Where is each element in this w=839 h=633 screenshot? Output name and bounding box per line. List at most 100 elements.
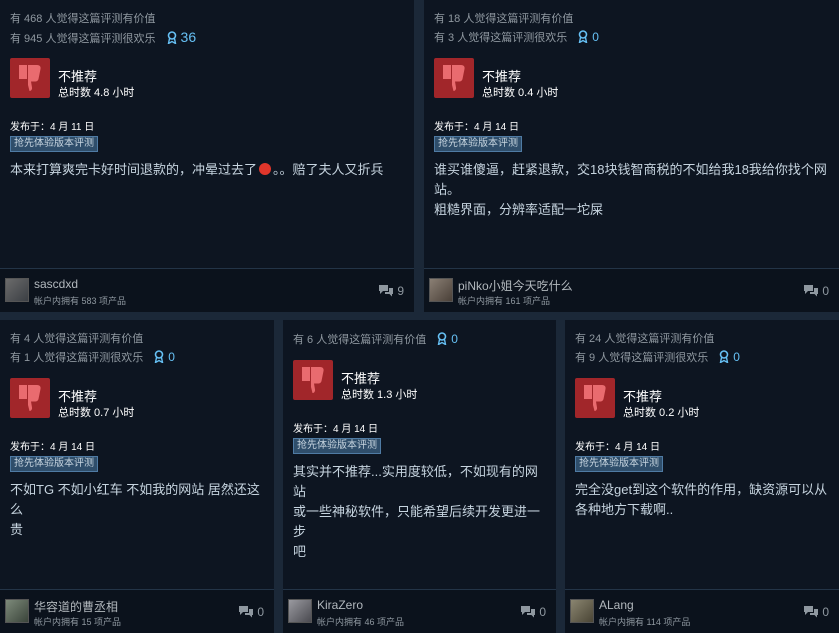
review-body-line: 贵 bbox=[10, 522, 24, 537]
review-body-line: 其实并不推荐...实用度较低，不如现有的网站 bbox=[293, 464, 538, 499]
comments-button[interactable]: 0 bbox=[238, 605, 264, 619]
avatar[interactable] bbox=[570, 599, 594, 623]
product-count: 帐户内拥有 583 项产品 bbox=[34, 296, 127, 306]
award-button[interactable]: 0 bbox=[578, 30, 599, 44]
product-count: 帐户内拥有 15 项产品 bbox=[34, 617, 122, 627]
verdict-text: 不推荐 bbox=[58, 69, 98, 84]
award-ribbon-icon bbox=[578, 30, 588, 43]
funny-count-text: 有 9 人觉得这篇评测很欢乐 bbox=[575, 352, 709, 364]
review-footer: sascdxd 帐户内拥有 583 项产品 9 bbox=[0, 268, 414, 312]
username[interactable]: 华容道的曹丞相 bbox=[34, 598, 118, 615]
posted-date: 发布于：4 月 14 日 bbox=[293, 424, 379, 435]
comments-button[interactable]: 0 bbox=[803, 284, 829, 298]
verdict-label[interactable]: 不推荐 bbox=[58, 386, 97, 405]
review-body-line: 谁买谁傻逼，赶紧退款，交18块钱智商税的不如给我18我给你找个网 bbox=[434, 162, 827, 177]
funny-count-text: 有 945 人觉得这篇评测很欢乐 bbox=[10, 33, 156, 45]
review-footer: ALang 帐户内拥有 114 项产品 0 bbox=[565, 589, 839, 633]
funny-count: 有 945 人觉得这篇评测很欢乐 36 bbox=[10, 30, 196, 46]
review-body-line: 站。 bbox=[434, 182, 461, 197]
review-body-line: 不如TG 不如小红车 不如我的网站 居然还这么 bbox=[10, 482, 260, 517]
helpful-count: 有 6 人觉得这篇评测有价值 0 bbox=[293, 332, 458, 347]
funny-count-text: 有 1 人觉得这篇评测很欢乐 bbox=[10, 352, 144, 364]
comment-count: 0 bbox=[257, 605, 264, 619]
comment-count: 9 bbox=[397, 284, 404, 298]
review-body-part: 本来打算爽完卡好时间退款的，冲晕过去了 bbox=[10, 162, 258, 177]
funny-count: 有 9 人觉得这篇评测很欢乐 0 bbox=[575, 350, 740, 365]
username[interactable]: ALang bbox=[599, 598, 634, 612]
award-button[interactable]: 0 bbox=[719, 350, 740, 364]
review-card: 有 24 人觉得这篇评测有价值 有 9 人觉得这篇评测很欢乐 0 不推荐 总时数… bbox=[565, 320, 839, 633]
username[interactable]: KiraZero bbox=[317, 598, 363, 612]
thumbs-down-icon[interactable] bbox=[293, 360, 333, 400]
verdict-label[interactable]: 不推荐 bbox=[623, 386, 662, 405]
comments-button[interactable]: 0 bbox=[803, 605, 829, 619]
review-body-line: 吧 bbox=[293, 544, 307, 559]
helpful-count: 有 24 人觉得这篇评测有价值 bbox=[575, 333, 715, 345]
product-count: 帐户内拥有 46 项产品 bbox=[317, 617, 405, 627]
review-footer: KiraZero 帐户内拥有 46 项产品 0 bbox=[283, 589, 556, 633]
early-access-badge: 抢先体验版本评测 bbox=[293, 438, 381, 454]
helpful-count-text: 有 6 人觉得这篇评测有价值 bbox=[293, 334, 427, 346]
award-count: 0 bbox=[451, 332, 458, 346]
product-count: 帐户内拥有 161 项产品 bbox=[458, 296, 551, 306]
award-button[interactable]: 36 bbox=[167, 30, 196, 45]
product-count: 帐户内拥有 114 项产品 bbox=[599, 617, 691, 627]
posted-date: 发布于：4 月 11 日 bbox=[10, 122, 95, 133]
avatar[interactable] bbox=[288, 599, 312, 623]
award-button[interactable]: 0 bbox=[154, 350, 175, 364]
username[interactable]: sascdxd bbox=[34, 277, 78, 291]
posted-date: 发布于：4 月 14 日 bbox=[434, 122, 520, 133]
avatar[interactable] bbox=[5, 599, 29, 623]
posted-date: 发布于：4 月 14 日 bbox=[575, 442, 661, 453]
review-body-line: 完全没get到这个软件的作用，缺资源可以从 bbox=[575, 482, 828, 497]
verdict-label[interactable]: 不推荐 bbox=[482, 66, 521, 85]
play-hours: 总时数 1.3 小时 bbox=[341, 389, 418, 401]
review-body: 本来打算爽完卡好时间退款的，冲晕过去了 。。赔了夫人又折兵 bbox=[10, 160, 404, 180]
award-count: 0 bbox=[168, 350, 175, 364]
funny-count: 有 3 人觉得这篇评测很欢乐 0 bbox=[434, 30, 599, 45]
play-hours: 总时数 0.4 小时 bbox=[482, 87, 559, 99]
username[interactable]: piNko小姐今天吃什么 bbox=[458, 277, 573, 294]
angry-emoji-icon bbox=[259, 163, 272, 175]
play-hours: 总时数 0.7 小时 bbox=[58, 407, 135, 419]
review-footer: piNko小姐今天吃什么 帐户内拥有 161 项产品 0 bbox=[424, 268, 839, 312]
review-card: 有 6 人觉得这篇评测有价值 0 不推荐 总时数 1.3 小时 发布于：4 月 … bbox=[283, 320, 556, 633]
play-hours: 总时数 4.8 小时 bbox=[58, 87, 135, 99]
comments-button[interactable]: 0 bbox=[520, 605, 546, 619]
review-body: 不如TG 不如小红车 不如我的网站 居然还这么 贵 bbox=[10, 480, 264, 540]
review-body-part: 。。赔了夫人又折兵 bbox=[273, 162, 384, 177]
award-ribbon-icon bbox=[437, 332, 447, 345]
thumbs-down-icon[interactable] bbox=[10, 58, 50, 98]
verdict-label[interactable]: 不推荐 bbox=[341, 368, 380, 387]
funny-count-text: 有 3 人觉得这篇评测很欢乐 bbox=[434, 32, 568, 44]
posted-date: 发布于：4 月 14 日 bbox=[10, 442, 96, 453]
verdict-label[interactable]: 不推荐 bbox=[58, 66, 99, 85]
early-access-badge: 抢先体验版本评测 bbox=[10, 136, 98, 152]
comment-bubble-icon bbox=[804, 606, 819, 618]
review-card: 有 468 人觉得这篇评测有价值 有 945 人觉得这篇评测很欢乐 36 不推荐… bbox=[0, 0, 414, 312]
avatar[interactable] bbox=[429, 278, 453, 302]
award-count: 0 bbox=[592, 30, 599, 44]
review-body: 其实并不推荐...实用度较低，不如现有的网站 或一些神秘软件，只能希望后续开发更… bbox=[293, 462, 546, 562]
award-ribbon-icon bbox=[719, 350, 729, 363]
thumbs-down-icon[interactable] bbox=[575, 378, 615, 418]
comment-bubble-icon bbox=[239, 606, 254, 618]
early-access-badge: 抢先体验版本评测 bbox=[434, 136, 522, 152]
award-ribbon-icon bbox=[154, 350, 164, 363]
funny-count: 有 1 人觉得这篇评测很欢乐 0 bbox=[10, 350, 175, 365]
avatar[interactable] bbox=[5, 278, 29, 302]
review-body-line: 或一些神秘软件，只能希望后续开发更进一步 bbox=[293, 504, 541, 539]
review-body-line: 各种地方下载啊.. bbox=[575, 502, 674, 517]
review-body: 谁买谁傻逼，赶紧退款，交18块钱智商税的不如给我18我给你找个网 站。 粗糙界面… bbox=[434, 160, 829, 220]
comments-button[interactable]: 9 bbox=[378, 284, 404, 298]
helpful-count: 有 4 人觉得这篇评测有价值 bbox=[10, 333, 144, 345]
award-button[interactable]: 0 bbox=[437, 332, 458, 346]
comment-bubble-icon bbox=[521, 606, 536, 618]
award-ribbon-icon bbox=[167, 31, 176, 44]
thumbs-down-icon[interactable] bbox=[10, 378, 50, 418]
review-card: 有 18 人觉得这篇评测有价值 有 3 人觉得这篇评测很欢乐 0 不推荐 总时数… bbox=[424, 0, 839, 312]
comment-count: 0 bbox=[822, 284, 829, 298]
comment-count: 0 bbox=[539, 605, 546, 619]
early-access-badge: 抢先体验版本评测 bbox=[575, 456, 663, 472]
thumbs-down-icon[interactable] bbox=[434, 58, 474, 98]
